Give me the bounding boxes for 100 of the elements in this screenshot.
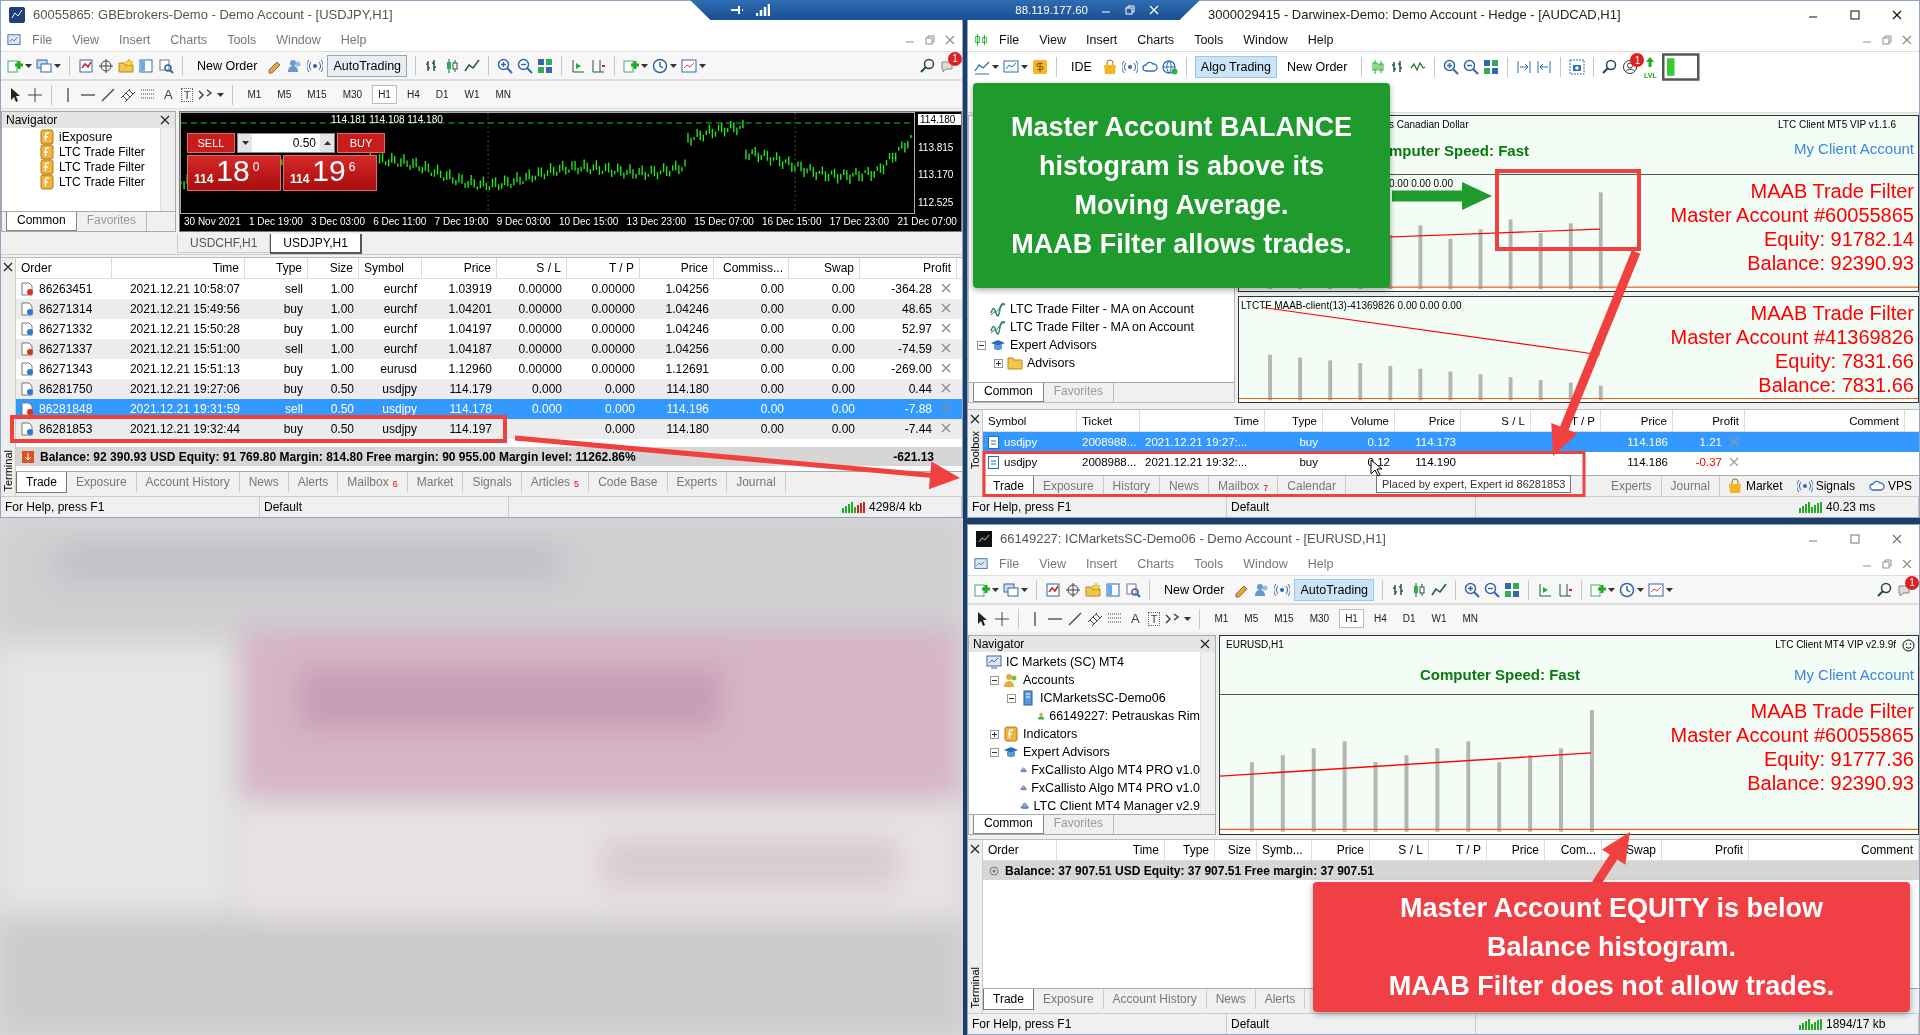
timeframe-button[interactable]: M5 [271, 85, 298, 104]
globe-icon[interactable] [1161, 59, 1178, 75]
column-header[interactable]: Type [1265, 410, 1323, 431]
terminal-tab[interactable]: Alerts [288, 472, 339, 492]
menu-item[interactable]: Charts [1128, 554, 1184, 573]
column-header[interactable]: Size [308, 258, 359, 278]
sell-button[interactable]: SELL [187, 133, 235, 153]
column-header[interactable]: Volume [1323, 410, 1395, 431]
column-header[interactable]: Type [245, 258, 308, 278]
column-header[interactable]: Symbol [983, 410, 1077, 431]
timeframe-button[interactable]: MN [489, 85, 518, 104]
toolbar-button[interactable]: Algo Trading [1194, 56, 1278, 78]
caret-icon[interactable] [25, 63, 32, 68]
toolbar-button[interactable]: New Order [191, 54, 264, 77]
toolbar-button[interactable]: AutoTrading [327, 54, 408, 77]
folder-star-icon[interactable] [118, 57, 134, 74]
menu-item[interactable]: Tools [1185, 30, 1233, 49]
chart-shift-icon[interactable] [1557, 581, 1574, 598]
column-header[interactable]: Comment [1745, 410, 1905, 431]
column-header[interactable]: Symbol [359, 258, 422, 278]
column-header[interactable]: Time [1057, 840, 1165, 860]
zoom-in-icon[interactable] [1464, 581, 1481, 598]
chart-shift-icon[interactable] [1536, 59, 1553, 75]
table-row[interactable]: 86281853 2021.12.21 19:32:44 buy 0.50 usdjpy 114.197 0.000 114.180 0.00 0.00 -7.44 [16, 419, 962, 439]
panel-tab[interactable]: Common [6, 212, 77, 231]
terminal-tab[interactable]: Exposure [1033, 476, 1104, 496]
column-header[interactable]: S / L [1370, 840, 1429, 860]
line-chart-icon[interactable] [974, 59, 990, 75]
timeframe-button[interactable]: MN [1456, 609, 1485, 628]
terminal-tab[interactable]: History [1103, 476, 1160, 496]
table-row[interactable]: 86271343 2021.12.21 15:51:13 buy 1.00 eurusd 1.12960 0.00000 0.00000 1.12691 0.00 0.00 -269.00 [16, 359, 962, 379]
template-icon[interactable] [681, 57, 698, 74]
zoom-in-icon[interactable] [1443, 59, 1460, 75]
zoom-out-icon[interactable] [1463, 59, 1480, 75]
tree-item[interactable]: Advisors [1027, 356, 1075, 370]
column-header[interactable]: Price [1312, 840, 1370, 860]
close-icon[interactable] [159, 114, 171, 126]
column-header[interactable]: T / P [567, 258, 640, 278]
menu-item[interactable]: Charts [161, 30, 217, 49]
menu-item[interactable]: Tools [1185, 554, 1233, 573]
column-header[interactable]: Profit [1673, 410, 1745, 431]
cloud-icon[interactable] [1141, 59, 1158, 75]
grid-icon[interactable] [1504, 581, 1521, 598]
windows-icon[interactable] [36, 57, 52, 74]
column-header[interactable]: Symb... [1257, 840, 1312, 860]
table-row[interactable]: 86271337 2021.12.21 15:51:00 sell 1.00 eurchf 1.04187 0.00000 0.00000 1.04256 0.00 0.00 -74.59 [16, 339, 962, 359]
chart-shift-icon[interactable] [590, 57, 607, 74]
column-header[interactable]: Price [422, 258, 497, 278]
menu-item[interactable]: Window [267, 30, 330, 49]
terminal-tab[interactable]: Mailbox 7 [1208, 476, 1279, 496]
tree-item[interactable]: Expert Advisors [1023, 745, 1110, 759]
menu-item[interactable]: View [63, 30, 109, 49]
panel-tab[interactable]: Common [973, 383, 1044, 402]
caret-icon[interactable] [670, 63, 678, 68]
column-header[interactable]: Commiss... [714, 258, 789, 278]
account-link[interactable]: My Client Account [1793, 666, 1914, 683]
timeframe-button[interactable]: M1 [1208, 609, 1235, 628]
column-header[interactable]: Order [16, 258, 112, 278]
menu-item[interactable]: Insert [110, 30, 160, 49]
buy-button[interactable]: BUY [337, 133, 385, 153]
column-header[interactable]: Time [112, 258, 245, 278]
tree-item[interactable]: IC Markets (SC) MT4 [1006, 655, 1125, 669]
tree-item[interactable]: LTC Trade Filter [59, 174, 145, 189]
terminal-tab[interactable]: Account History [1103, 989, 1207, 1009]
caret-icon[interactable] [217, 92, 225, 97]
signal-icon[interactable] [307, 57, 324, 74]
timeframe-button[interactable]: H1 [372, 85, 397, 104]
terminal-tab[interactable]: Exposure [1033, 989, 1104, 1009]
column-header[interactable]: Comment [1749, 840, 1919, 860]
zoom-out-icon[interactable] [1484, 581, 1501, 598]
column-header[interactable]: Time [1140, 410, 1265, 431]
menu-item[interactable]: Insert [1077, 554, 1127, 573]
chart-tab[interactable]: USDJPY,H1 [270, 234, 362, 254]
menu-item[interactable]: Help [1298, 554, 1343, 573]
column-header[interactable]: Type [1165, 840, 1215, 860]
panel-tab[interactable]: Common [973, 815, 1044, 834]
candlestick-icon[interactable] [444, 57, 461, 74]
terminal-tab[interactable]: Trade [16, 472, 67, 493]
expand-icon[interactable] [994, 358, 1003, 368]
label-tool[interactable]: T [1147, 611, 1161, 626]
scroll-end-icon[interactable] [1516, 59, 1533, 75]
table-row[interactable]: 86281750 2021.12.21 19:27:06 buy 0.50 usdjpy 114.179 0.000 0.000 114.180 0.00 0.00 0.44 [16, 379, 962, 399]
windows-icon[interactable] [1003, 581, 1019, 598]
terminal-tab[interactable]: Articles 5 [521, 472, 590, 492]
timeframe-button[interactable]: H4 [400, 85, 426, 104]
restore-icon[interactable] [1124, 4, 1136, 16]
caret-icon[interactable] [1021, 65, 1028, 69]
menu-item[interactable]: Help [1298, 30, 1343, 49]
terminal-tab[interactable]: Alerts [1255, 989, 1306, 1009]
folder-star-icon[interactable] [1085, 581, 1101, 598]
timeframe-button[interactable]: W1 [458, 85, 486, 104]
clock-icon[interactable] [1619, 581, 1636, 598]
coin-icon[interactable] [1032, 59, 1048, 75]
expand-icon[interactable] [990, 729, 999, 739]
toolbar-button[interactable]: IDE [1065, 56, 1098, 78]
terminal-tab[interactable]: Signals [463, 472, 522, 492]
tree-item[interactable]: Indicators [1023, 727, 1078, 741]
column-header[interactable]: Price [1487, 840, 1545, 860]
tree-item[interactable]: Accounts [1023, 673, 1075, 687]
collapse-icon[interactable] [977, 340, 986, 350]
